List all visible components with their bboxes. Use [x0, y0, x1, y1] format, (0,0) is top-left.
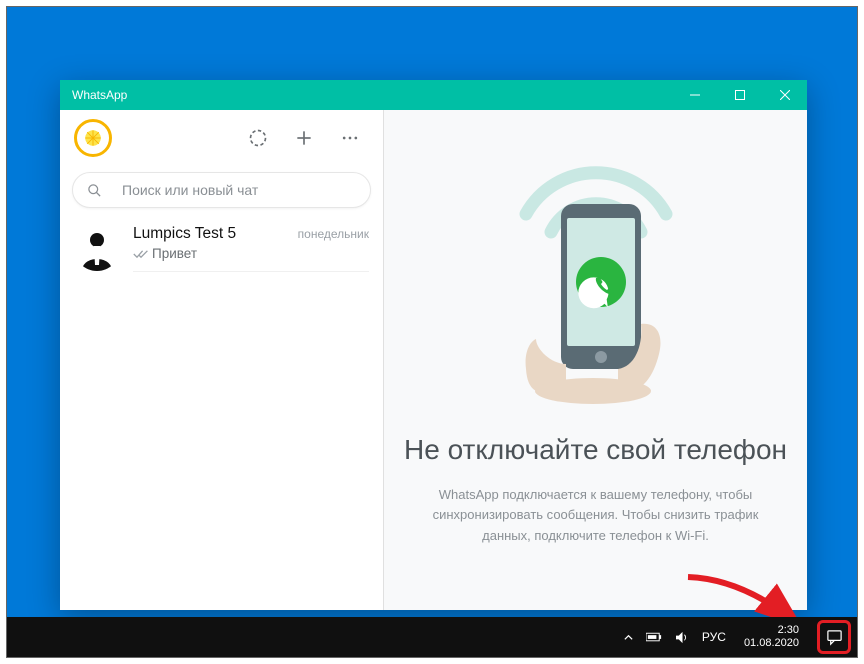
search-container: Поиск или новый чат — [60, 166, 383, 214]
notification-icon — [826, 629, 843, 646]
lemon-icon — [80, 125, 106, 151]
chat-name: Lumpics Test 5 — [133, 225, 236, 243]
status-button[interactable] — [239, 119, 277, 157]
menu-button[interactable] — [331, 119, 369, 157]
plus-icon — [294, 128, 314, 148]
chat-preview: Привет — [152, 246, 197, 261]
chat-sidebar: Поиск или новый чат Lump — [60, 110, 384, 610]
system-tray: РУС 2:30 01.08.2020 — [623, 620, 849, 654]
battery-icon[interactable] — [646, 632, 663, 643]
welcome-illustration — [466, 154, 726, 414]
sidebar-header — [60, 110, 383, 166]
minimize-button[interactable] — [672, 80, 717, 110]
welcome-panel: Не отключайте свой телефон WhatsApp подк… — [384, 110, 807, 610]
search-placeholder: Поиск или новый чат — [122, 182, 258, 198]
window-title: WhatsApp — [72, 88, 672, 102]
tray-chevron-icon[interactable] — [623, 632, 634, 643]
welcome-description: WhatsApp подключается к вашему телефону,… — [416, 485, 776, 545]
language-indicator[interactable]: РУС — [702, 630, 726, 644]
windows-taskbar[interactable]: РУС 2:30 01.08.2020 — [7, 617, 857, 657]
window-titlebar[interactable]: WhatsApp — [60, 80, 807, 110]
search-input[interactable]: Поиск или новый чат — [72, 172, 371, 208]
profile-avatar[interactable] — [74, 119, 112, 157]
maximize-button[interactable] — [717, 80, 762, 110]
taskbar-date: 01.08.2020 — [744, 637, 799, 650]
person-silhouette-icon — [74, 225, 120, 271]
whatsapp-window: WhatsApp — [60, 80, 807, 610]
volume-icon[interactable] — [675, 631, 690, 644]
status-icon — [248, 128, 268, 148]
desktop-background: WhatsApp — [6, 6, 858, 658]
action-center-button[interactable] — [817, 620, 851, 654]
search-icon — [87, 183, 102, 198]
chat-timestamp: понедельник — [298, 227, 369, 241]
chat-avatar — [74, 225, 120, 271]
new-chat-button[interactable] — [285, 119, 323, 157]
clock[interactable]: 2:30 01.08.2020 — [744, 624, 799, 650]
app-body: Поиск или новый чат Lump — [60, 110, 807, 610]
phone-hand-icon — [496, 194, 696, 404]
taskbar-time: 2:30 — [744, 624, 799, 637]
close-button[interactable] — [762, 80, 807, 110]
read-ticks-icon — [133, 248, 149, 260]
chat-body: Lumpics Test 5 понедельник Привет — [133, 225, 369, 272]
chat-list-item[interactable]: Lumpics Test 5 понедельник Привет — [60, 214, 383, 283]
dots-icon — [340, 128, 360, 148]
welcome-heading: Не отключайте свой телефон — [404, 432, 787, 467]
